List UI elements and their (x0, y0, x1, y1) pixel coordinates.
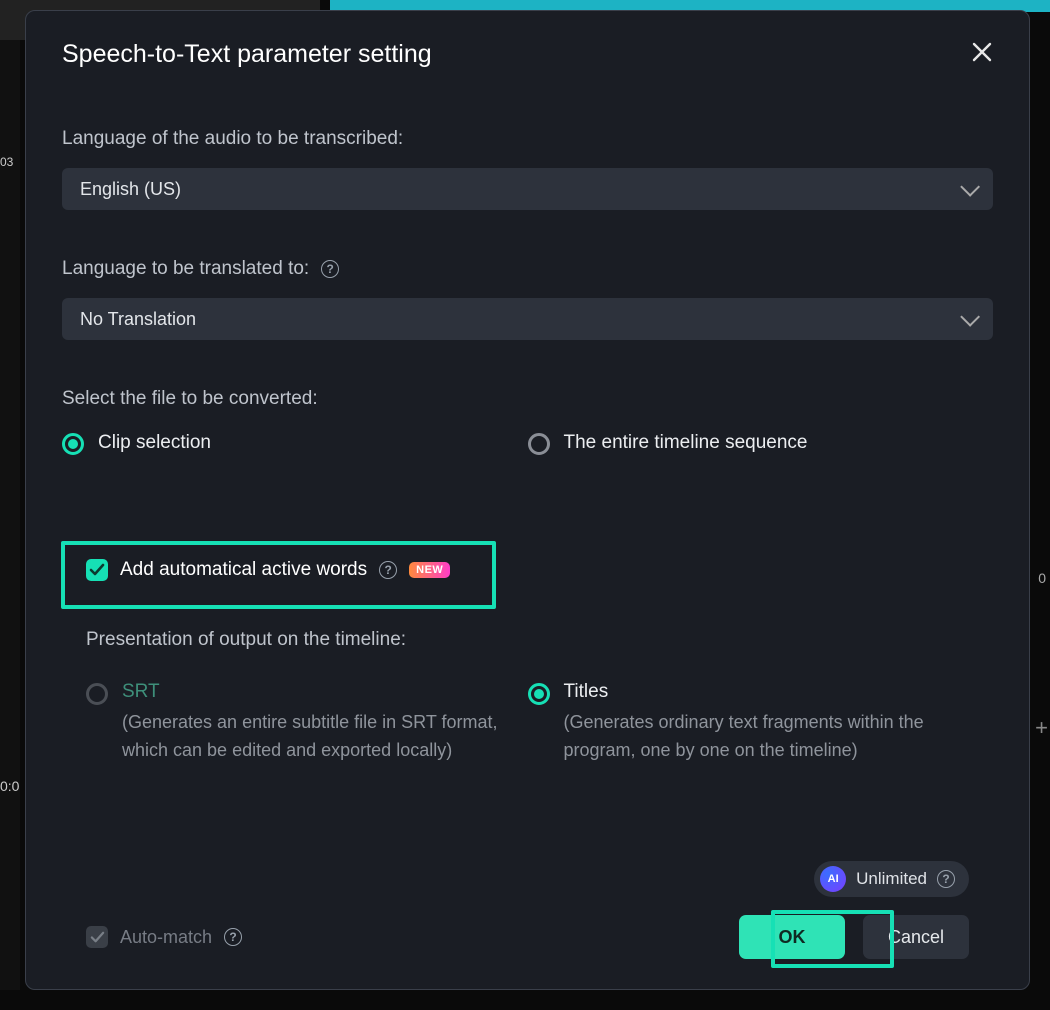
radio-titles[interactable] (528, 683, 550, 705)
active-words-row: Add automatical active words ? NEW (86, 559, 450, 581)
stt-settings-modal: Speech-to-Text parameter setting Languag… (25, 10, 1030, 990)
label-automatch: Auto-match (120, 927, 212, 948)
translate-language-value: No Translation (80, 309, 196, 330)
modal-title: Speech-to-Text parameter setting (62, 40, 432, 69)
help-icon[interactable]: ? (937, 870, 955, 888)
presentation-options: SRT (Generates an entire subtitle file i… (86, 681, 969, 765)
desc-titles: (Generates ordinary text fragments withi… (564, 709, 946, 765)
checkbox-active-words[interactable] (86, 559, 108, 581)
label-file-select: Select the file to be converted: (62, 388, 993, 410)
label-audio-language: Language of the audio to be transcribed: (62, 128, 993, 150)
translate-language-dropdown[interactable]: No Translation (62, 298, 993, 340)
radio-srt (86, 683, 108, 705)
label-active-words: Add automatical active words (120, 559, 367, 581)
audio-language-dropdown[interactable]: English (US) (62, 168, 993, 210)
unlimited-label: Unlimited (856, 869, 927, 889)
automatch-row: Auto-match ? (86, 926, 242, 948)
label-translate-language: Language to be translated to: ? (62, 258, 993, 280)
chevron-down-icon (960, 307, 980, 327)
presentation-titles[interactable]: Titles (Generates ordinary text fragment… (528, 681, 970, 765)
bg-timecode-1: 03 (0, 155, 13, 169)
close-button[interactable] (971, 39, 993, 70)
help-icon[interactable]: ? (224, 928, 242, 946)
option-entire-timeline[interactable]: The entire timeline sequence (528, 432, 994, 455)
label-srt: SRT (122, 681, 504, 703)
label-translate-text: Language to be translated to: (62, 258, 309, 280)
check-icon (89, 562, 105, 578)
option-clip-selection[interactable]: Clip selection (62, 432, 528, 455)
audio-language-value: English (US) (80, 179, 181, 200)
close-icon (971, 41, 993, 63)
label-presentation: Presentation of output on the timeline: (86, 629, 406, 651)
ok-button[interactable]: OK (739, 915, 845, 959)
ai-icon: AI (820, 866, 846, 892)
modal-footer: Auto-match ? OK Cancel (86, 915, 969, 959)
help-icon[interactable]: ? (379, 561, 397, 579)
bg-timecode-2: 0:0 (0, 778, 19, 794)
check-icon (90, 930, 105, 945)
label-titles: Titles (564, 681, 946, 703)
checkbox-automatch (86, 926, 108, 948)
new-badge: NEW (409, 562, 450, 578)
cancel-button[interactable]: Cancel (863, 915, 969, 959)
presentation-srt: SRT (Generates an entire subtitle file i… (86, 681, 528, 765)
help-icon[interactable]: ? (321, 260, 339, 278)
radio-clip-selection[interactable] (62, 433, 84, 455)
bg-side-zero: 0 (1038, 570, 1046, 586)
desc-srt: (Generates an entire subtitle file in SR… (122, 709, 504, 765)
file-options-row: Clip selection The entire timeline seque… (62, 432, 993, 455)
modal-header: Speech-to-Text parameter setting (62, 39, 993, 70)
modal-buttons: OK Cancel (739, 915, 969, 959)
bg-plus-icon: + (1035, 715, 1048, 741)
chevron-down-icon (960, 177, 980, 197)
bg-left-col (0, 40, 20, 990)
ai-unlimited-pill[interactable]: AI Unlimited ? (814, 861, 969, 897)
label-entire-timeline: The entire timeline sequence (564, 432, 808, 454)
radio-entire-timeline[interactable] (528, 433, 550, 455)
label-clip-selection: Clip selection (98, 432, 211, 454)
